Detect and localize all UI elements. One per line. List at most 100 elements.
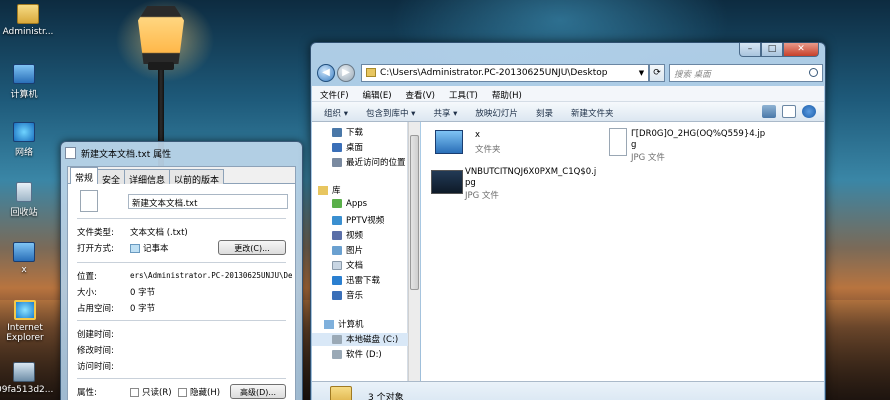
address-bar[interactable]: C:\Users\Administrator.PC-20130625UNJU\D… xyxy=(361,64,643,82)
back-button[interactable]: ◀ xyxy=(317,64,335,82)
desktop-icon-image-file[interactable]: 09fa513d2... xyxy=(0,362,54,395)
hidden-checkbox[interactable]: 隐藏(H) xyxy=(178,386,220,398)
tab-previous-versions[interactable]: 以前的版本 xyxy=(169,169,225,186)
desktop-icon-x[interactable]: x xyxy=(0,242,52,275)
notepad-icon xyxy=(130,244,140,253)
help-icon[interactable] xyxy=(802,105,816,118)
status-bar: 3 个对象 xyxy=(312,381,824,400)
nav-item-documents[interactable]: 文档 xyxy=(332,259,363,271)
filename-field[interactable]: 新建文本文档.txt xyxy=(128,194,288,209)
nav-item-apps[interactable]: Apps xyxy=(332,199,367,209)
text-file-icon xyxy=(65,147,76,159)
nav-item-thunder-downloads[interactable]: 迅雷下载 xyxy=(332,274,380,286)
nav-scrollbar[interactable] xyxy=(408,122,420,381)
file-item-x[interactable]: x 文件夹 xyxy=(431,128,581,160)
desktop-icon-label: 09fa513d2... xyxy=(0,385,54,395)
nav-item-recent[interactable]: 最近访问的位置 xyxy=(332,156,406,168)
new-folder-button[interactable]: 新建文件夹 xyxy=(571,102,614,121)
divider xyxy=(77,320,286,321)
hidden-checkbox-box[interactable] xyxy=(178,388,187,397)
burn-button[interactable]: 刻录 xyxy=(536,102,553,121)
share-button[interactable]: 共享 ▾ xyxy=(433,102,457,121)
maximize-button[interactable]: □ xyxy=(761,43,783,57)
created-label: 创建时间: xyxy=(77,330,114,340)
dialog-tabs: 常规 安全 详细信息 以前的版本 xyxy=(68,167,295,186)
hard-drive-icon xyxy=(332,335,342,344)
internet-explorer-icon xyxy=(14,300,36,320)
desktop-icon-network[interactable]: 网络 xyxy=(0,122,52,158)
divider xyxy=(77,218,286,219)
file-item-jpg-2[interactable]: VNBUTCITNQJ6X0PXM_C1Q$0.j pg JPG 文件 xyxy=(431,166,611,202)
tab-general[interactable]: 常规 xyxy=(70,167,99,184)
desktop-icon-internet-explorer[interactable]: Internet Explorer xyxy=(0,300,54,343)
nav-item-drive-d[interactable]: 软件 (D:) xyxy=(332,348,382,360)
organize-button[interactable]: 组织 ▾ xyxy=(324,102,348,121)
desktop-icon-computer[interactable]: 计算机 xyxy=(0,64,52,100)
street-lamp-base xyxy=(148,62,174,70)
nav-label: 文档 xyxy=(346,261,364,271)
menu-edit[interactable]: 编辑(E) xyxy=(363,86,392,101)
nav-label: 音乐 xyxy=(346,291,364,301)
open-with-app: 记事本 xyxy=(143,244,169,254)
menu-tools[interactable]: 工具(T) xyxy=(449,86,478,101)
nav-item-pictures[interactable]: 图片 xyxy=(332,244,363,256)
menu-help[interactable]: 帮助(H) xyxy=(492,86,522,101)
search-icon xyxy=(809,68,818,77)
close-button[interactable]: ✕ xyxy=(783,43,819,57)
modified-label: 修改时间: xyxy=(77,346,114,356)
video-library-icon xyxy=(332,231,342,240)
desktop-icon-recycle-bin[interactable]: 回收站 xyxy=(0,182,52,218)
minimize-button[interactable]: – xyxy=(739,43,761,57)
network-icon xyxy=(13,122,35,142)
file-item-jpg-1[interactable]: Γ[DR0G]O_2HG(OQ%Q559}4.jp g JPG 文件 xyxy=(603,128,818,163)
scrollbar-thumb[interactable] xyxy=(410,135,419,290)
nav-label: 迅雷下载 xyxy=(346,276,381,286)
readonly-checkbox-box[interactable] xyxy=(130,388,139,397)
menu-view[interactable]: 查看(V) xyxy=(406,86,435,101)
text-file-large-icon xyxy=(80,190,98,212)
nav-label: 库 xyxy=(332,186,341,196)
nav-libraries[interactable]: 库 xyxy=(318,184,341,196)
attributes-label: 属性: xyxy=(77,388,97,398)
nav-item-drive-c[interactable]: 本地磁盘 (C:) xyxy=(312,333,408,346)
disk-size-value: 0 字节 xyxy=(130,304,156,314)
nav-item-videos[interactable]: 视频 xyxy=(332,229,363,241)
tab-security[interactable]: 安全 xyxy=(97,169,126,186)
dialog-body: 常规 安全 详细信息 以前的版本 新建文本文档.txt 文件类型: 文本文档 (… xyxy=(67,166,296,400)
folder-shortcut-icon xyxy=(435,130,463,154)
preview-pane-icon[interactable] xyxy=(782,105,796,118)
music-library-icon xyxy=(332,291,342,300)
disk-size-label: 占用空间: xyxy=(77,304,114,314)
recent-places-icon xyxy=(332,158,342,167)
dialog-title-bar[interactable]: 新建文本文档.txt 属性 xyxy=(61,142,302,164)
address-dropdown-button[interactable]: ▼ xyxy=(635,64,649,82)
nav-item-pptv[interactable]: PPTV视频 xyxy=(332,214,384,226)
search-input[interactable]: 搜索 桌面 xyxy=(669,64,823,82)
apps-library-icon xyxy=(332,199,342,208)
change-button[interactable]: 更改(C)... xyxy=(218,240,286,255)
readonly-checkbox-label: 只读(R) xyxy=(142,388,172,398)
nav-item-music[interactable]: 音乐 xyxy=(332,289,363,301)
desktop-icon-administrator[interactable]: Administr... xyxy=(0,4,56,37)
hidden-checkbox-label: 隐藏(H) xyxy=(190,388,221,398)
documents-library-icon xyxy=(332,261,342,270)
advanced-button[interactable]: 高级(D)... xyxy=(230,384,286,399)
video-library-icon xyxy=(332,216,342,225)
shortcut-icon xyxy=(13,242,35,262)
include-in-library-button[interactable]: 包含到库中 ▾ xyxy=(366,102,415,121)
menu-file[interactable]: 文件(F) xyxy=(320,86,349,101)
nav-item-desktop[interactable]: 桌面 xyxy=(332,141,363,153)
change-view-icon[interactable] xyxy=(762,105,776,118)
properties-dialog: 新建文本文档.txt 属性 常规 安全 详细信息 以前的版本 新建文本文档.tx… xyxy=(60,141,303,400)
readonly-checkbox[interactable]: 只读(R) xyxy=(130,386,172,398)
nav-computer[interactable]: 计算机 xyxy=(324,318,364,330)
accessed-label: 访问时间: xyxy=(77,362,114,372)
refresh-button[interactable]: ⟳ xyxy=(649,64,665,82)
nav-item-downloads[interactable]: 下载 xyxy=(332,126,363,138)
tab-details[interactable]: 详细信息 xyxy=(124,169,171,186)
divider xyxy=(77,262,286,263)
file-name-line1: Γ[DR0G]O_2HG(OQ%Q559}4.jp xyxy=(631,129,766,139)
slideshow-button[interactable]: 放映幻灯片 xyxy=(475,102,518,121)
object-count: 3 个对象 xyxy=(368,393,404,400)
forward-button[interactable]: ▶ xyxy=(337,64,355,82)
